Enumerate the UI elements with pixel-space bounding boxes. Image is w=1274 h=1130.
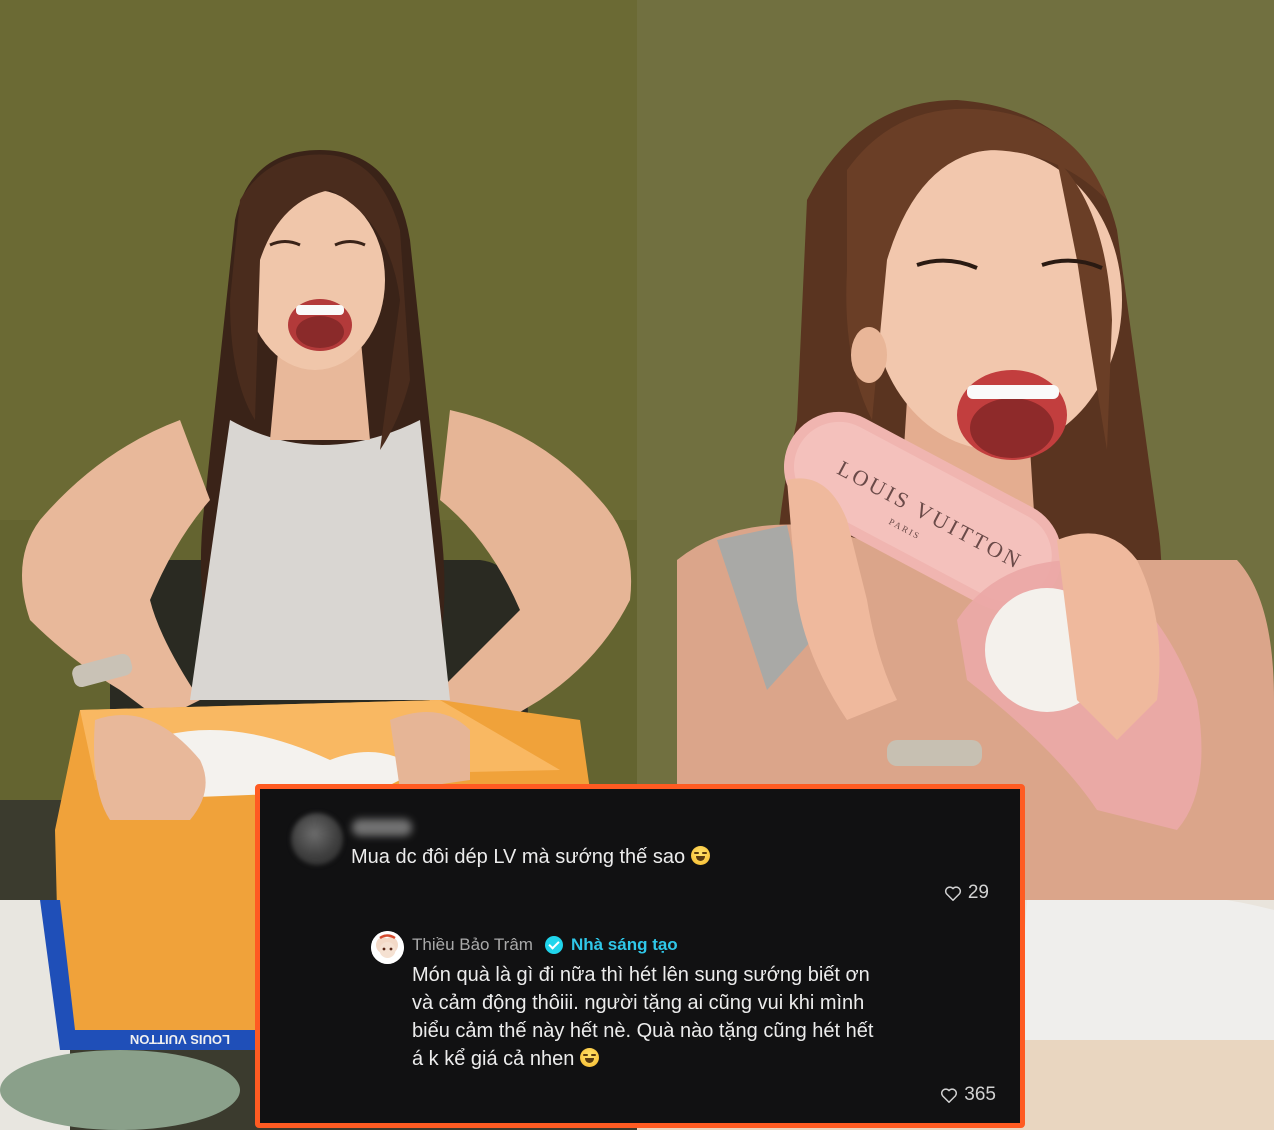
reply-author-row: Thiều Bảo Trâm Nhà sáng tạo: [412, 935, 678, 955]
reply-line: biểu cảm thế này hết nè. Quà nào tặng cũ…: [412, 1020, 874, 1042]
comment-like-button[interactable]: 29: [944, 882, 989, 904]
reply-author-name[interactable]: Thiều Bảo Trâm: [412, 935, 533, 955]
comment-like-count: 29: [967, 882, 989, 903]
reply-like-count: 365: [964, 1084, 996, 1105]
commenter-avatar-blurred[interactable]: [291, 813, 343, 865]
comment-card: Mua dc đôi dép LV mà sướng thế sao 29 Th…: [255, 784, 1025, 1128]
comment-text-body: Mua dc đôi dép LV mà sướng thế sao: [351, 846, 686, 868]
reply-author-avatar[interactable]: [371, 931, 404, 964]
creator-badge: Nhà sáng tạo: [570, 935, 678, 954]
face-with-tears-of-joy-icon: [691, 846, 711, 865]
reply-like-button[interactable]: 365: [940, 1084, 996, 1106]
grinning-face-icon: [580, 1048, 600, 1067]
reply-line: và cảm động thôiii. người tặng ai cũng v…: [412, 992, 865, 1014]
comment-text: Mua dc đôi dép LV mà sướng thế sao: [351, 846, 711, 869]
heart-icon: [940, 1087, 958, 1104]
reply-line: Món quà là gì đi nữa thì hét lên sung sư…: [412, 964, 870, 986]
verified-check-icon: [544, 936, 563, 954]
box-ribbon-brand: LOUIS VUITTON: [130, 1032, 230, 1047]
reply-text: Món quà là gì đi nữa thì hét lên sung sư…: [412, 961, 932, 1073]
reply-line-last: á k kể giá cả nhen: [412, 1045, 932, 1073]
commenter-name-blurred[interactable]: [352, 819, 412, 836]
collage: LOUIS VUITTON LOUIS VUITTON PARIS Mua dc…: [0, 0, 1274, 1130]
reply-line-text: á k kể giá cả nhen: [412, 1048, 575, 1070]
heart-icon: [944, 885, 962, 902]
